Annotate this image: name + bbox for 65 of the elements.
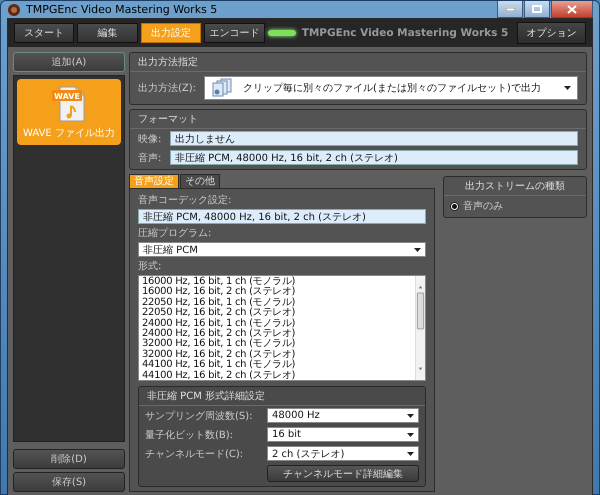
caret-icon (407, 432, 414, 436)
save-button[interactable]: 保存(S) (13, 472, 125, 492)
format-list[interactable] (138, 275, 426, 381)
list-item[interactable]: 16000 Hz, 16 bit, 1 ch (モノラル) (142, 277, 412, 288)
setting-dropdown[interactable]: 16 bit (267, 427, 419, 442)
list-item[interactable]: 22050 Hz, 16 bit, 2 ch (ステレオ) (142, 308, 412, 319)
field-label: サンプリング周波数(S): (145, 410, 254, 422)
panel-title: フォーマット (130, 110, 586, 129)
setting-dropdown[interactable]: 48000 Hz (267, 408, 419, 423)
status-light (268, 30, 296, 36)
panel-title: 出力方法指定 (130, 53, 586, 72)
maximize-icon (532, 5, 542, 13)
delete-button[interactable]: 削除(D) (13, 449, 125, 469)
list-item[interactable]: 22050 Hz, 16 bit, 1 ch (モノラル) (142, 298, 412, 308)
scrollbar[interactable] (415, 276, 425, 380)
nav-tab[interactable]: エンコード (204, 23, 265, 43)
readonly-field: 非圧縮 PCM, 48000 Hz, 16 bit, 2 ch (ステレオ) (170, 150, 578, 165)
list-item[interactable]: 32000 Hz, 16 bit, 1 ch (モノラル) (142, 339, 412, 350)
codec-field: 非圧縮 PCM, 48000 Hz, 16 bit, 2 ch (ステレオ) (138, 209, 426, 224)
field-label: 映像: (138, 132, 162, 146)
caret-icon (414, 248, 421, 252)
list-item[interactable]: 44100 Hz, 16 bit, 2 ch (ステレオ) (142, 370, 412, 382)
close-button[interactable] (551, 1, 593, 18)
channel-edit-button[interactable]: チャンネルモード詳細編集 (267, 465, 419, 482)
list-item[interactable]: 16000 Hz, 16 bit, 2 ch (ステレオ) (142, 287, 412, 298)
app-icon (7, 2, 21, 16)
readonly-field: 出力しません (170, 131, 578, 146)
field-label: チャンネルモード(C): (145, 448, 244, 460)
list-item[interactable]: 44100 Hz, 16 bit, 1 ch (モノラル) (142, 360, 412, 371)
program-dropdown[interactable]: 非圧縮 PCM (138, 242, 426, 257)
brand-name: TMPGEnc Video Mastering Works 5 (302, 27, 508, 39)
setting-dropdown[interactable]: 2 ch (ステレオ) (267, 446, 419, 461)
caret-icon (564, 86, 571, 90)
settings-tab[interactable]: その他 (180, 174, 220, 188)
panel-title: 出力ストリームの種類 (444, 177, 586, 196)
list-item[interactable]: 24000 Hz, 16 bit, 1 ch (モノラル) (142, 318, 412, 330)
field-label: 音声コーデック設定: (138, 194, 232, 207)
list-item[interactable]: 24000 Hz, 16 bit, 2 ch (ステレオ) (142, 329, 412, 340)
output-method-dropdown[interactable]: クリップ毎に別々のファイル(または別々のファイルセット)で出力 (204, 76, 578, 100)
caret-icon (407, 452, 414, 456)
close-icon (567, 4, 577, 14)
field-label: 量子化ビット数(B): (145, 428, 234, 442)
dropdown-value: 2 ch (ステレオ) (272, 448, 344, 460)
nav-tab[interactable]: スタート (14, 23, 74, 43)
add-button[interactable]: 追加(A) (13, 52, 125, 72)
radio-label: 音声のみ (463, 200, 503, 213)
list-item[interactable]: 32000 Hz, 16 bit, 2 ch (ステレオ) (142, 350, 412, 360)
dropdown-value: クリップ毎に別々のファイル(または別々のファイルセット)で出力 (243, 82, 541, 95)
field-label: 音声: (138, 152, 162, 164)
caret-icon (407, 414, 414, 418)
radio-button[interactable] (450, 202, 459, 210)
field-label: 圧縮プログラム: (138, 226, 212, 240)
dropdown-value: 非圧縮 PCM (143, 244, 198, 256)
window-title: TMPGEnc Video Mastering Works 5 (26, 3, 218, 16)
field-label: 形式: (138, 260, 162, 273)
field-label: 出力方法(Z): (138, 82, 196, 95)
dropdown-value: 48000 Hz (272, 410, 320, 421)
panel-title: 非圧縮 PCM 形式詳細設定 (139, 387, 425, 406)
item-label: WAVE ファイル出力 (23, 126, 115, 140)
dropdown-value: 16 bit (272, 429, 301, 440)
maximize-button[interactable] (524, 1, 550, 18)
minimize-button[interactable] (497, 1, 523, 18)
options-button[interactable]: オプション (517, 22, 586, 44)
minimize-icon (506, 8, 514, 10)
nav-tab[interactable]: 編集 (77, 23, 138, 43)
